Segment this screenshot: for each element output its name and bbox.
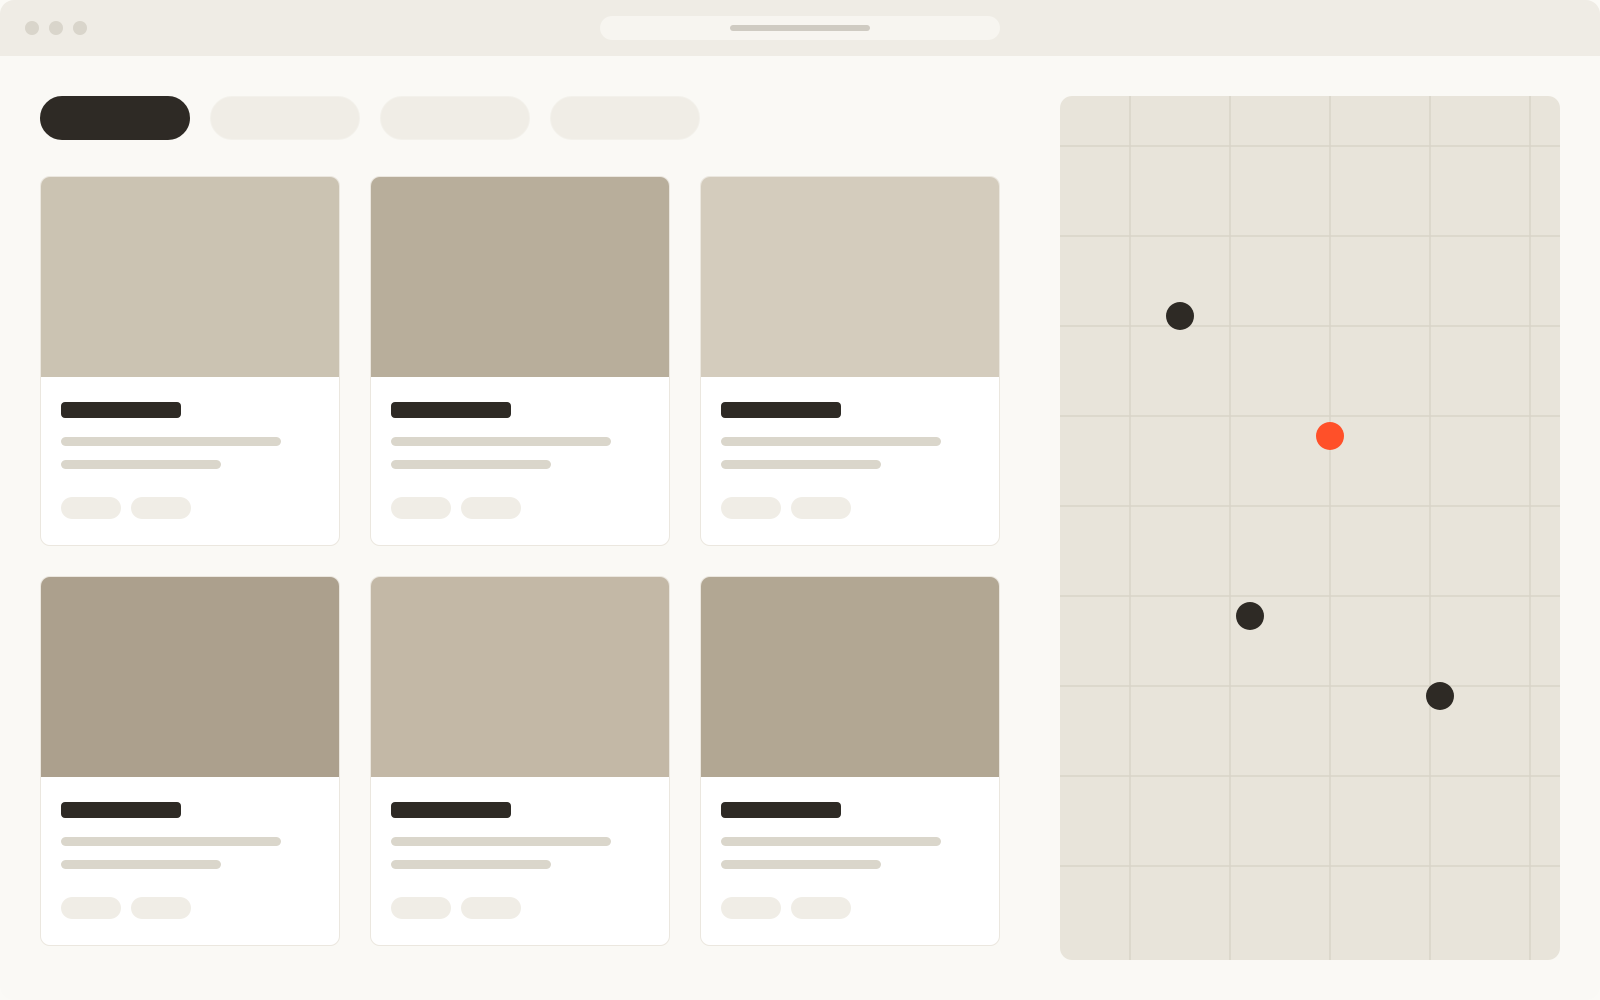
listing-tag[interactable] xyxy=(791,497,851,519)
listing-tag[interactable] xyxy=(131,897,191,919)
listing-tag[interactable] xyxy=(791,897,851,919)
listing-tag[interactable] xyxy=(721,497,781,519)
listing-card[interactable] xyxy=(700,176,1000,546)
listing-image xyxy=(701,577,999,777)
address-bar[interactable] xyxy=(600,16,1000,40)
listing-tag[interactable] xyxy=(131,497,191,519)
title-bar xyxy=(0,0,1600,56)
listing-image xyxy=(701,177,999,377)
listing-title xyxy=(391,802,511,818)
map-marker-selected-icon[interactable] xyxy=(1316,422,1344,450)
listing-tag[interactable] xyxy=(461,497,521,519)
listing-title xyxy=(61,802,181,818)
listing-title xyxy=(721,402,841,418)
map-marker-icon[interactable] xyxy=(1426,682,1454,710)
listing-description-line xyxy=(391,437,611,446)
maximize-window-button[interactable] xyxy=(73,21,87,35)
listing-image xyxy=(41,577,339,777)
tab-3[interactable] xyxy=(380,96,530,140)
listing-description-line xyxy=(61,860,221,869)
listing-description-line xyxy=(391,860,551,869)
browser-window xyxy=(0,0,1600,1000)
listing-title xyxy=(391,402,511,418)
listing-description-line xyxy=(721,460,881,469)
tab-4[interactable] xyxy=(550,96,700,140)
listing-description-line xyxy=(61,837,281,846)
listing-card[interactable] xyxy=(40,576,340,946)
minimize-window-button[interactable] xyxy=(49,21,63,35)
listing-tag[interactable] xyxy=(721,897,781,919)
listing-card[interactable] xyxy=(40,176,340,546)
listing-tag[interactable] xyxy=(391,497,451,519)
address-placeholder xyxy=(730,25,870,31)
listing-card[interactable] xyxy=(700,576,1000,946)
listing-description-line xyxy=(721,837,941,846)
listing-image xyxy=(371,577,669,777)
map-panel[interactable] xyxy=(1060,96,1560,960)
map-marker-icon[interactable] xyxy=(1166,302,1194,330)
listing-description-line xyxy=(61,460,221,469)
listing-tag[interactable] xyxy=(461,897,521,919)
listing-description-line xyxy=(391,460,551,469)
listing-tag[interactable] xyxy=(391,897,451,919)
map-marker-icon[interactable] xyxy=(1236,602,1264,630)
listing-image xyxy=(371,177,669,377)
tab-1[interactable] xyxy=(40,96,190,140)
listing-tag[interactable] xyxy=(61,897,121,919)
listing-card[interactable] xyxy=(370,576,670,946)
listing-tag[interactable] xyxy=(61,497,121,519)
listing-title xyxy=(721,802,841,818)
listing-description-line xyxy=(721,437,941,446)
listing-description-line xyxy=(721,860,881,869)
tab-2[interactable] xyxy=(210,96,360,140)
map-canvas[interactable] xyxy=(1060,96,1560,960)
listing-card[interactable] xyxy=(370,176,670,546)
listing-description-line xyxy=(61,437,281,446)
listing-description-line xyxy=(391,837,611,846)
listing-title xyxy=(61,402,181,418)
close-window-button[interactable] xyxy=(25,21,39,35)
listing-image xyxy=(41,177,339,377)
